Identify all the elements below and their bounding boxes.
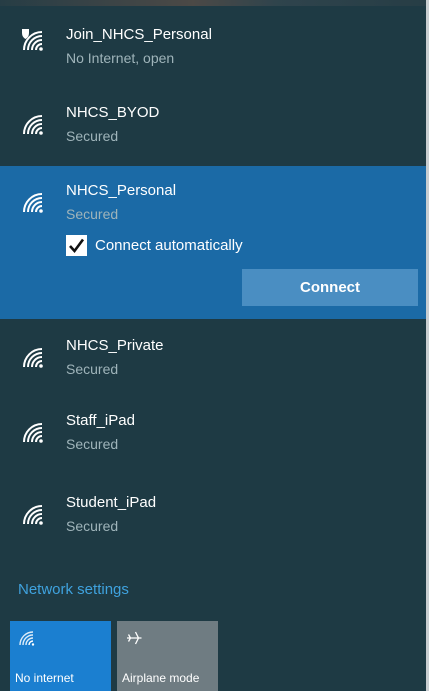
- network-status: Secured: [66, 206, 119, 222]
- network-name: NHCS_BYOD: [66, 104, 160, 121]
- network-name: NHCS_Private: [66, 337, 164, 354]
- airplane-icon: [125, 629, 143, 647]
- wifi-icon: [18, 629, 36, 647]
- wifi-secured-icon: [20, 112, 48, 136]
- network-status: Secured: [66, 436, 119, 452]
- network-status: Secured: [66, 361, 119, 377]
- network-status: Secured: [66, 128, 119, 144]
- network-name: NHCS_Personal: [66, 182, 177, 199]
- connect-automatically-label: Connect automatically: [95, 236, 243, 254]
- wifi-shield-icon: [20, 28, 48, 52]
- checkmark-icon: [69, 238, 85, 253]
- network-name: Staff_iPad: [66, 412, 135, 429]
- wifi-secured-icon: [20, 345, 48, 369]
- quick-action-wifi[interactable]: No internet: [10, 621, 111, 691]
- network-item-nhcs-private[interactable]: NHCS_Private Secured: [0, 327, 426, 389]
- network-name: Student_iPad: [66, 494, 157, 511]
- wifi-secured-icon: [20, 502, 48, 526]
- network-status: No Internet, open: [66, 50, 175, 66]
- network-status: Secured: [66, 518, 119, 534]
- wifi-secured-icon: [20, 190, 48, 214]
- network-item-student-ipad[interactable]: Student_iPad Secured: [0, 484, 426, 546]
- connect-automatically-checkbox[interactable]: [66, 234, 87, 256]
- network-settings-link[interactable]: Network settings: [18, 581, 129, 598]
- quick-action-airplane-mode[interactable]: Airplane mode: [117, 621, 218, 691]
- network-item-nhcs-byod[interactable]: NHCS_BYOD Secured: [0, 82, 426, 152]
- quick-action-label: Airplane mode: [122, 671, 200, 685]
- top-edge: [0, 0, 429, 6]
- wifi-secured-icon: [20, 420, 48, 444]
- network-item-join-nhcs-personal[interactable]: Join_NHCS_Personal No Internet, open: [0, 10, 426, 74]
- network-item-nhcs-personal[interactable]: NHCS_Personal Secured Connect automatica…: [0, 166, 426, 319]
- quick-action-label: No internet: [15, 671, 74, 685]
- connect-button[interactable]: Connect: [242, 269, 418, 306]
- connect-automatically-row[interactable]: Connect automatically: [66, 234, 243, 256]
- network-item-staff-ipad[interactable]: Staff_iPad Secured: [0, 402, 426, 464]
- network-name: Join_NHCS_Personal: [66, 26, 212, 43]
